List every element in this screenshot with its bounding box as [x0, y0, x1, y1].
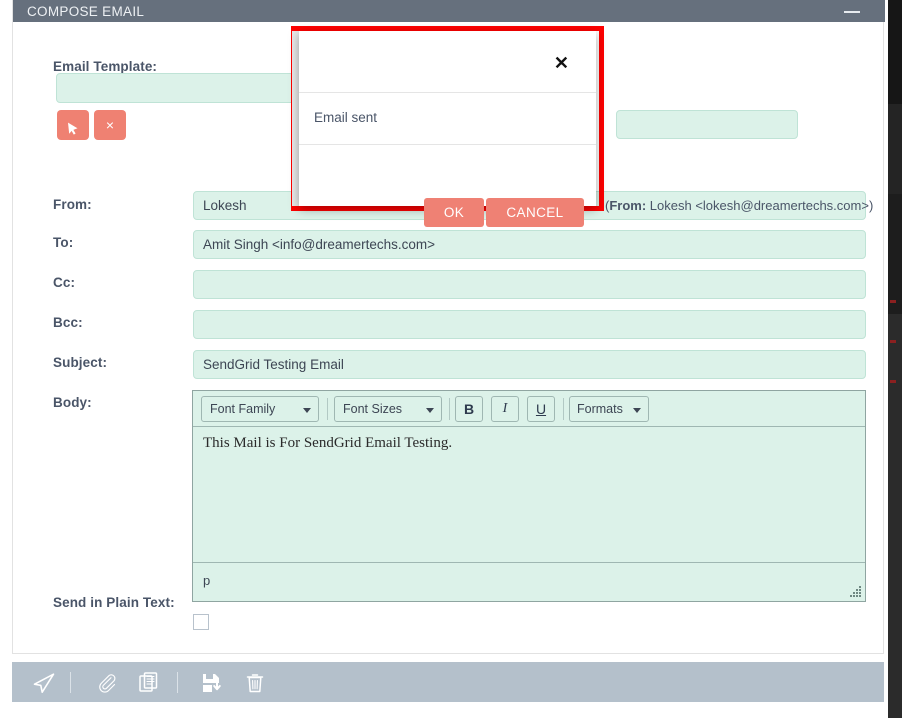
to-input[interactable]: [193, 230, 866, 259]
cursor-arrow-icon: [68, 122, 78, 135]
font-family-select[interactable]: Font Family: [201, 396, 319, 422]
minimize-icon[interactable]: [841, 0, 863, 22]
from-label: From:: [53, 197, 92, 212]
to-label: To:: [53, 235, 74, 250]
ok-button[interactable]: OK: [424, 198, 484, 227]
send-plain-text-checkbox[interactable]: [193, 614, 209, 630]
font-family-label: Font Family: [210, 402, 276, 416]
subject-input[interactable]: [193, 350, 866, 379]
chevron-down-icon: [303, 408, 311, 413]
toolbar-separator: [70, 672, 71, 693]
delete-icon[interactable]: [243, 671, 267, 695]
font-size-label: Font Sizes: [343, 402, 403, 416]
strip-tick: [890, 380, 896, 383]
editor-toolbar: Font Family Font Sizes B I U Formats: [193, 391, 865, 427]
clear-template-button[interactable]: ×: [94, 110, 126, 140]
strip-band: [888, 104, 902, 194]
toolbar-separator: [449, 398, 450, 420]
underline-button[interactable]: U: [527, 396, 555, 422]
element-path: p: [203, 573, 211, 588]
bcc-label: Bcc:: [53, 315, 83, 330]
background-page-strip: [888, 0, 902, 718]
bold-button[interactable]: B: [455, 396, 483, 422]
dialog-footer: OK CANCEL: [299, 145, 596, 227]
email-sent-dialog: ✕ Email sent OK CANCEL: [299, 31, 596, 227]
strip-band: [888, 0, 902, 104]
strip-tick: [890, 300, 896, 303]
cc-input[interactable]: [193, 270, 866, 299]
window-title: COMPOSE EMAIL: [27, 4, 145, 19]
dialog-message: Email sent: [299, 93, 596, 145]
action-toolbar: [12, 662, 884, 702]
editor-statusbar: p: [193, 564, 865, 601]
formats-label: Formats: [577, 402, 623, 416]
editor-content-area[interactable]: This Mail is For SendGrid Email Testing.: [193, 427, 865, 563]
plain-text-label: Send in Plain Text:: [53, 595, 175, 610]
copy-icon[interactable]: [137, 671, 161, 695]
subject-label: Subject:: [53, 355, 108, 370]
body-label: Body:: [53, 395, 92, 410]
formats-select[interactable]: Formats: [569, 396, 649, 422]
select-template-button[interactable]: [57, 110, 89, 140]
from-note: (From: Lokesh <lokesh@dreamertechs.com>): [605, 198, 873, 213]
email-template-secondary-input[interactable]: [616, 110, 798, 139]
font-size-select[interactable]: Font Sizes: [334, 396, 442, 422]
dialog-header: ✕: [299, 31, 596, 93]
toolbar-separator: [177, 672, 178, 693]
strip-band: [888, 194, 902, 314]
attachment-icon[interactable]: [95, 671, 119, 695]
send-icon[interactable]: [32, 671, 56, 695]
rich-text-editor: Font Family Font Sizes B I U Formats Thi…: [192, 390, 866, 602]
strip-tick: [890, 340, 896, 343]
from-note-value: Lokesh <lokesh@dreamertechs.com>): [646, 198, 874, 213]
cancel-button[interactable]: CANCEL: [486, 198, 584, 227]
toolbar-separator: [327, 398, 328, 420]
resize-grip-icon[interactable]: [850, 586, 862, 598]
editor-paragraph: This Mail is For SendGrid Email Testing.: [203, 435, 453, 451]
window-titlebar: COMPOSE EMAIL: [13, 0, 885, 22]
cc-label: Cc:: [53, 275, 76, 290]
italic-button[interactable]: I: [491, 396, 519, 422]
bcc-input[interactable]: [193, 310, 866, 339]
save-icon[interactable]: [200, 671, 224, 695]
close-icon[interactable]: ✕: [554, 54, 569, 72]
chevron-down-icon: [633, 408, 641, 413]
email-template-label: Email Template:: [53, 59, 158, 74]
from-note-label: From:: [609, 198, 647, 213]
chevron-down-icon: [426, 408, 434, 413]
toolbar-separator: [563, 398, 564, 420]
